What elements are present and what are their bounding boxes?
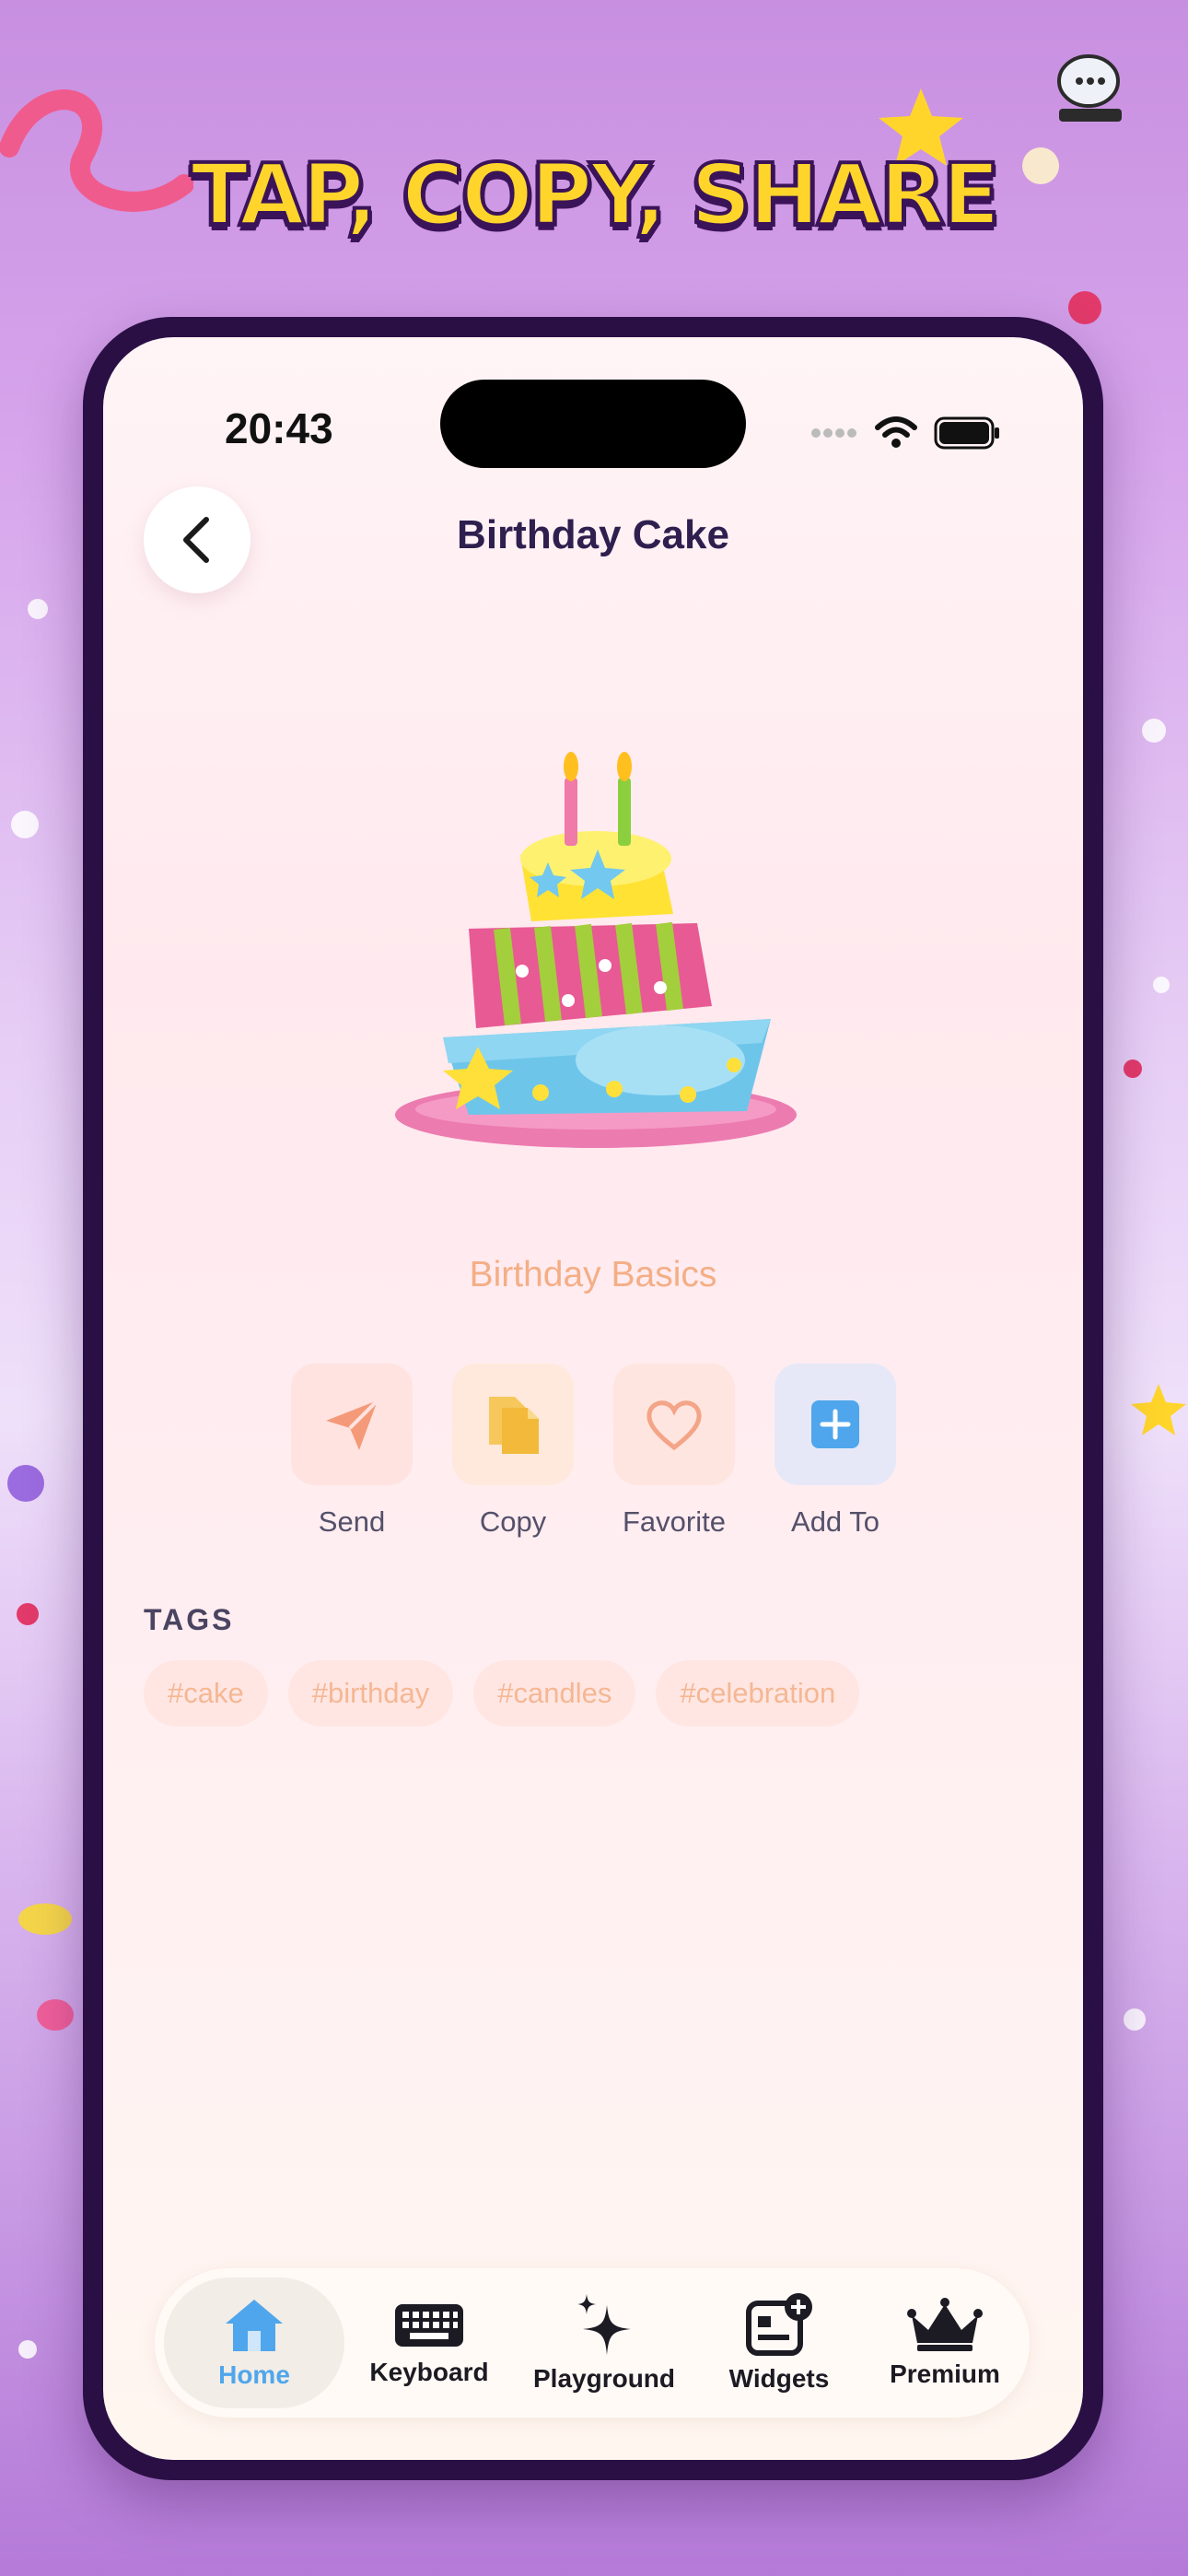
tab-keyboard[interactable]: Keyboard <box>346 2277 512 2408</box>
battery-icon <box>934 416 999 450</box>
star-icon <box>1131 1384 1186 1435</box>
tags-heading: TAGS <box>144 1603 235 1636</box>
sparkles-icon <box>577 2294 631 2355</box>
send-button[interactable]: Send <box>291 1364 413 1539</box>
tab-widgets-label: Widgets <box>728 2364 830 2393</box>
send-label: Send <box>318 1505 386 1538</box>
crown-icon <box>907 2298 983 2351</box>
tab-premium[interactable]: Premium <box>862 2277 1028 2408</box>
sticker-pack-name[interactable]: Birthday Basics <box>103 1255 1083 1295</box>
action-row: Send Copy Favorite Add To <box>291 1364 896 1539</box>
status-icons <box>810 416 1000 450</box>
tag-chip[interactable]: #celebration <box>656 1660 860 1727</box>
tab-widgets[interactable]: Widgets <box>696 2277 862 2408</box>
tag-chip[interactable]: #candles <box>473 1660 636 1727</box>
heart-icon <box>646 1400 702 1451</box>
paper-plane-icon <box>326 1399 379 1450</box>
add-to-tile <box>775 1364 896 1485</box>
tab-premium-label: Premium <box>890 2359 1000 2388</box>
favorite-tile <box>613 1364 735 1485</box>
copy-tile <box>452 1364 574 1485</box>
app-screen: 20:43 Birthday Cake Birthday Basics Send… <box>103 337 1083 2460</box>
copy-documents-icon <box>489 1397 539 1454</box>
tag-chip[interactable]: #birthday <box>287 1660 454 1727</box>
phone-frame: 20:43 Birthday Cake Birthday Basics Send… <box>83 317 1103 2480</box>
favorite-button[interactable]: Favorite <box>613 1364 735 1539</box>
tab-home-label: Home <box>218 2360 290 2389</box>
tab-bar: Home Keyboard Playground Widgets Premium <box>155 2268 1030 2418</box>
add-to-label: Add To <box>791 1505 879 1538</box>
widgets-add-icon <box>746 2293 812 2356</box>
tags-list: #cake #birthday #candles #celebration <box>144 1660 860 1727</box>
birthday-cake-sticker[interactable] <box>384 724 808 1148</box>
plus-square-icon <box>811 1400 859 1448</box>
home-icon <box>226 2300 283 2351</box>
keyboard-icon <box>395 2304 463 2347</box>
hero-title: TAP, COPY, SHARE <box>189 144 1002 246</box>
tab-playground-label: Playground <box>532 2364 675 2393</box>
add-to-button[interactable]: Add To <box>775 1364 896 1539</box>
copy-button[interactable]: Copy <box>452 1364 574 1539</box>
signal-icon <box>811 428 856 438</box>
dynamic-island <box>440 380 746 468</box>
send-tile <box>291 1364 413 1485</box>
wifi-icon <box>875 416 917 448</box>
tab-home[interactable]: Home <box>164 2277 344 2408</box>
copy-label: Copy <box>479 1505 547 1538</box>
brand-badge-icon <box>1052 48 1129 125</box>
status-time: 20:43 <box>225 404 333 452</box>
tag-chip[interactable]: #cake <box>144 1660 268 1727</box>
page-title: Birthday Cake <box>457 512 729 557</box>
favorite-label: Favorite <box>623 1505 726 1538</box>
tab-playground[interactable]: Playground <box>512 2277 696 2408</box>
tab-keyboard-label: Keyboard <box>369 2358 489 2386</box>
